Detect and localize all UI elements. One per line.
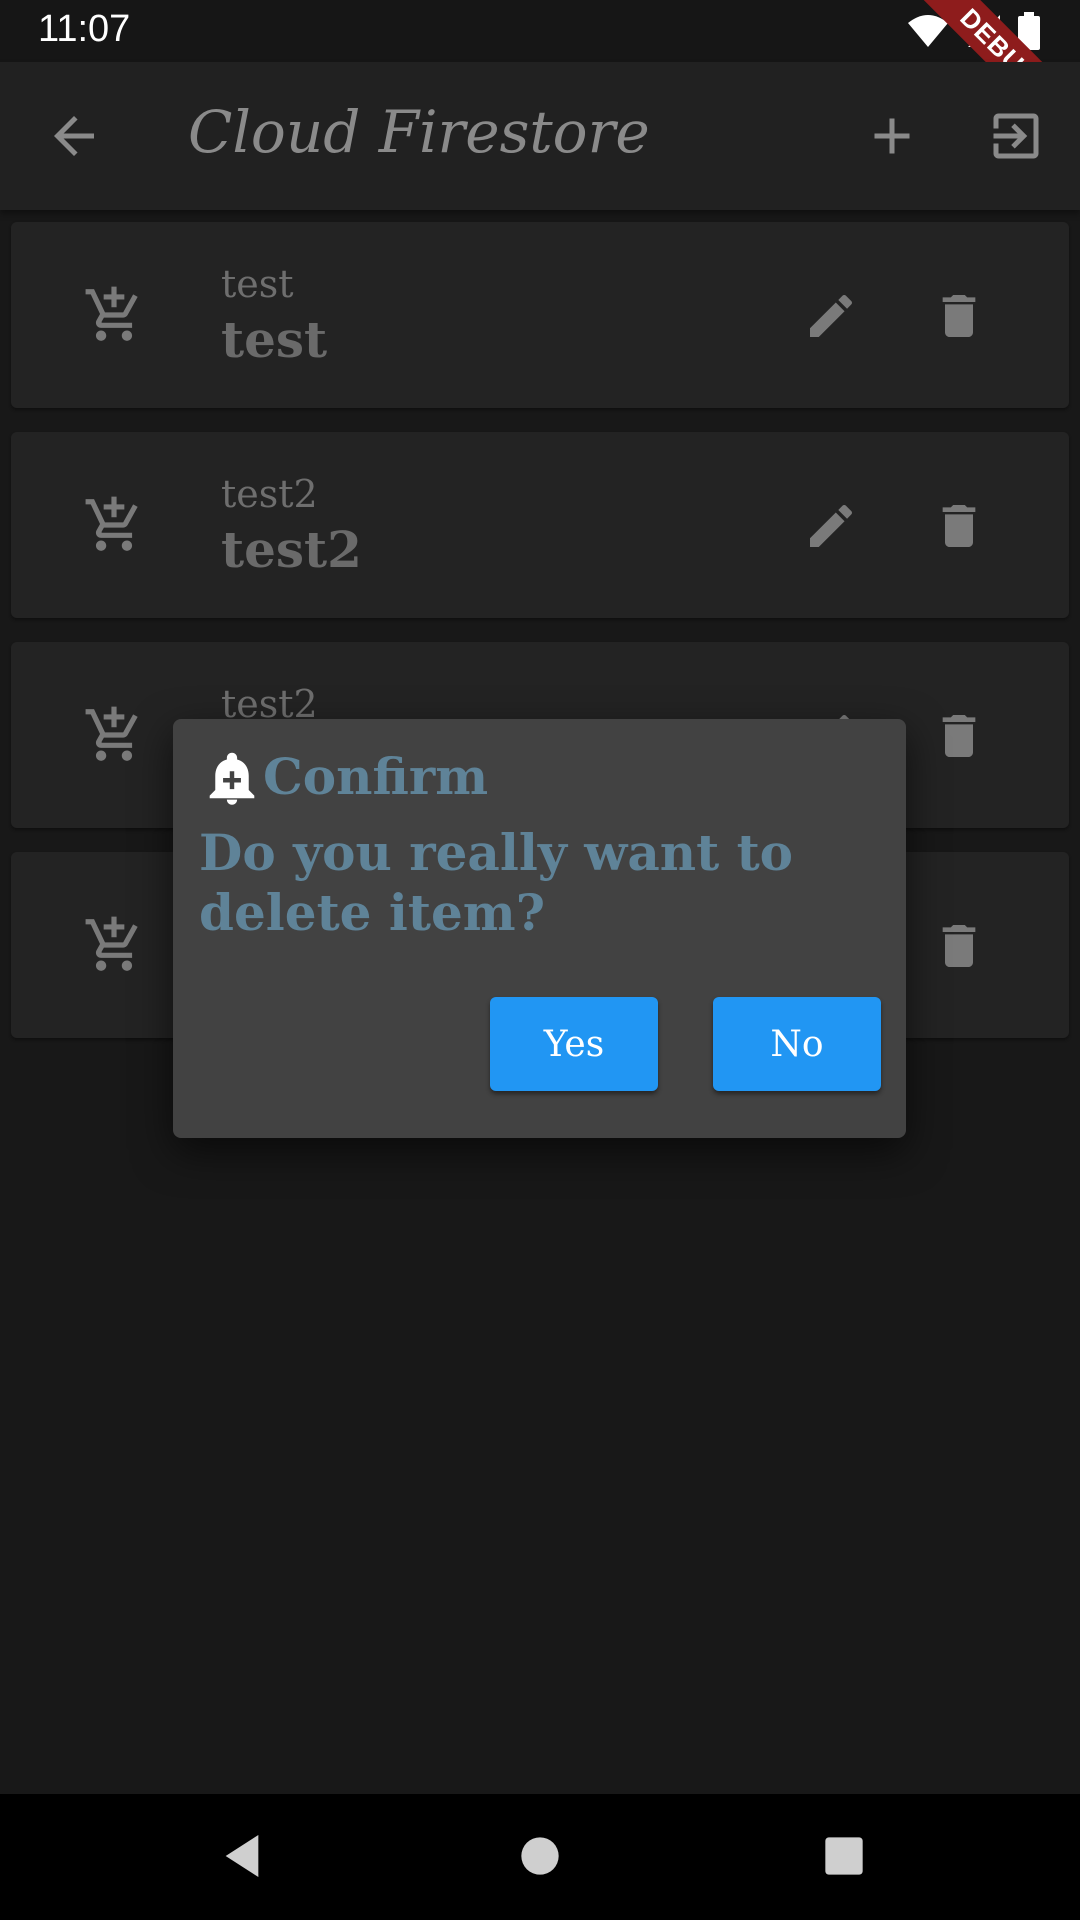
system-nav-bar (0, 1794, 1080, 1920)
dialog-title: Confirm (263, 747, 489, 806)
nav-back-icon[interactable] (214, 1828, 270, 1884)
nav-home-icon[interactable] (512, 1828, 568, 1884)
yes-button[interactable]: Yes (490, 997, 658, 1091)
confirm-dialog: Confirm Do you really want to delete ite… (173, 719, 906, 1138)
bell-plus-icon (209, 752, 255, 805)
no-button[interactable]: No (713, 997, 881, 1091)
nav-recents-icon[interactable] (816, 1828, 872, 1884)
dialog-message: Do you really want to delete item? (199, 823, 794, 942)
